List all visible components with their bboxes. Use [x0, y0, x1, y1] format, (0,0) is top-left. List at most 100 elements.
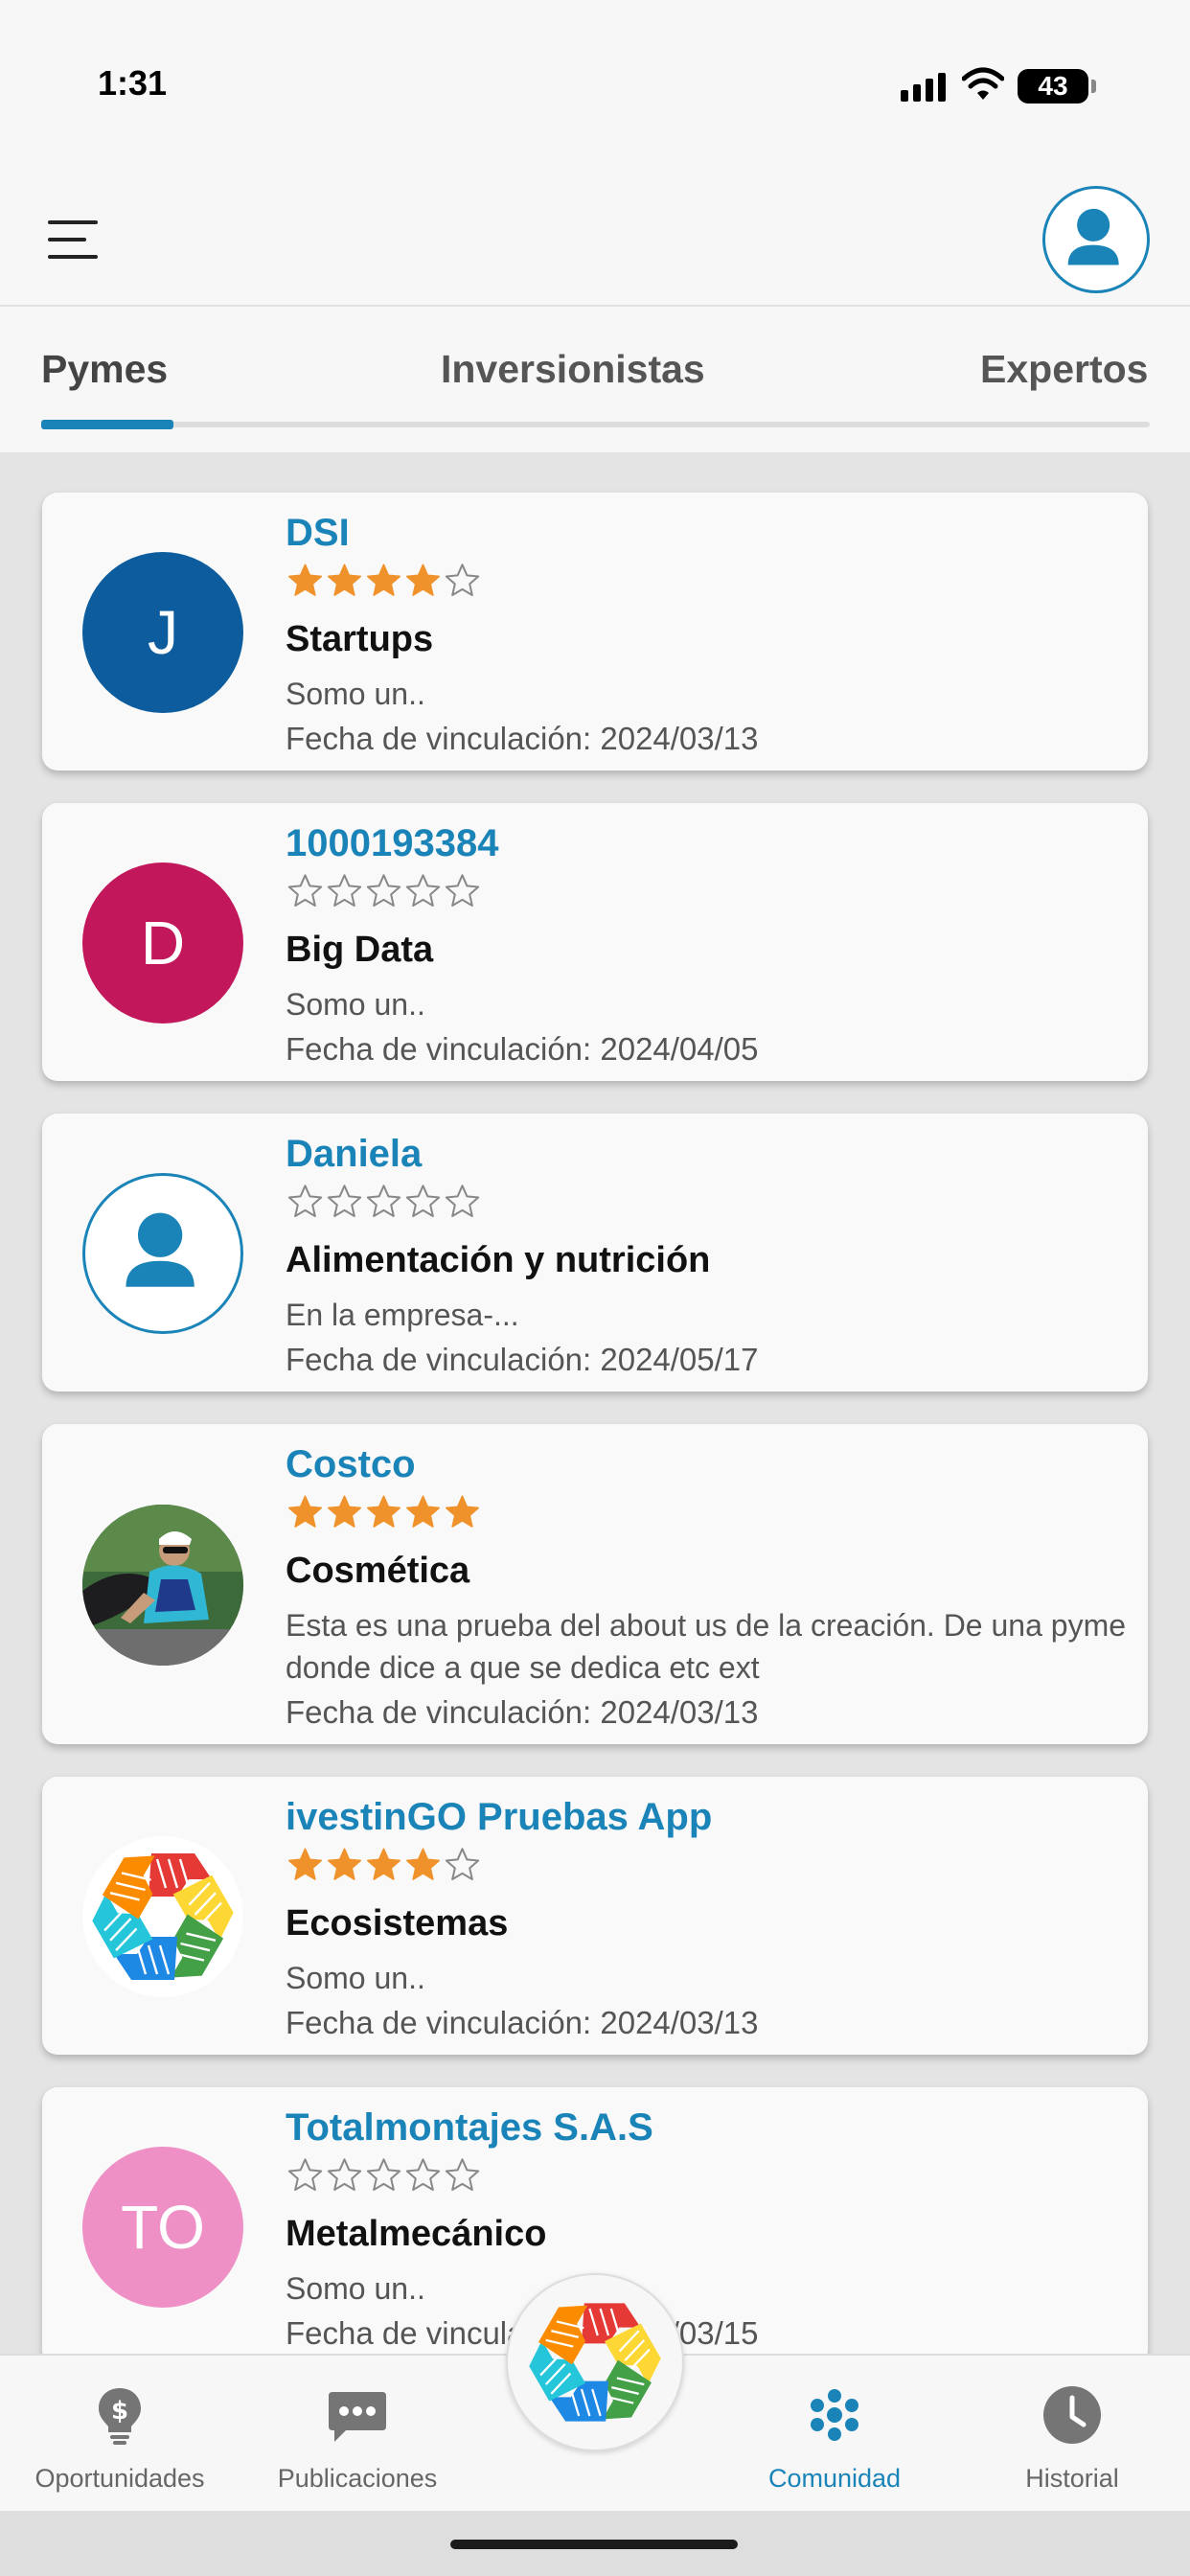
app-header: [0, 163, 1190, 307]
tab-track: [41, 422, 1150, 427]
pyme-description: En la empresa-...: [286, 1298, 519, 1332]
pyme-name: DSI: [286, 512, 350, 554]
investingo-logo-icon: [92, 1853, 234, 1980]
pyme-card[interactable]: D 1000193384 Big Data Somo un.. Fecha de…: [42, 803, 1148, 1081]
user-icon: [126, 1212, 195, 1287]
link-date: Fecha de vinculación: 2024/03/13: [286, 1694, 759, 1730]
rating-stars: [286, 1846, 482, 1884]
pyme-card[interactable]: ivestinGO Pruebas App Ecosistemas Somo u…: [42, 1777, 1148, 2055]
avatar: [82, 1836, 243, 1997]
avatar: [82, 1173, 243, 1334]
star-empty-icon: [287, 1184, 323, 1217]
star-empty-icon: [405, 2158, 441, 2191]
star-filled-icon: [406, 1495, 440, 1528]
pyme-category: Alimentación y nutrición: [286, 1240, 711, 1280]
pyme-name: Costco: [286, 1443, 416, 1485]
pyme-description: Esta es una prueba del about us de la cr…: [286, 1608, 1127, 1685]
pyme-category: Metalmecánico: [286, 2214, 547, 2254]
cellular-signal-icon: [901, 73, 946, 102]
star-filled-icon: [288, 1848, 322, 1880]
star-empty-icon: [445, 1184, 480, 1217]
home-indicator: [450, 2540, 738, 2549]
pyme-name: Daniela: [286, 1133, 423, 1175]
pyme-description: Somo un..: [286, 677, 425, 711]
status-bar: 1:31 43: [0, 0, 1190, 163]
tab-pymes[interactable]: Pymes: [41, 347, 168, 392]
pyme-name: 1000193384: [286, 822, 499, 864]
pyme-description: Somo un..: [286, 1961, 425, 1995]
hamburger-icon[interactable]: [48, 220, 98, 259]
star-empty-icon: [445, 874, 480, 907]
clock-icon: [1043, 2386, 1101, 2444]
tab-indicator: [41, 420, 173, 429]
tab-inversionistas[interactable]: Inversionistas: [441, 347, 705, 392]
wifi-icon: [962, 67, 1004, 100]
tab-expertos[interactable]: Expertos: [980, 347, 1148, 392]
star-filled-icon: [367, 1495, 400, 1528]
star-empty-icon: [366, 2158, 401, 2191]
nav-comunidad[interactable]: Comunidad: [744, 2384, 926, 2494]
pyme-card[interactable]: Daniela Alimentación y nutrición En la e…: [42, 1114, 1148, 1392]
link-date: Fecha de vinculación: 2024/03/13: [286, 2005, 759, 2040]
link-date: Fecha de vinculación: 2024/03/13: [286, 721, 759, 756]
center-home-button[interactable]: [506, 2273, 684, 2451]
star-filled-icon: [367, 1848, 400, 1880]
star-empty-icon: [445, 564, 480, 596]
nav-oportunidades[interactable]: $ Oportunidades: [29, 2384, 211, 2494]
star-empty-icon: [405, 1184, 441, 1217]
star-filled-icon: [446, 1495, 479, 1528]
user-icon: [1067, 208, 1119, 265]
community-icon: [811, 2389, 858, 2441]
avatar: TO: [82, 2147, 243, 2308]
star-empty-icon: [327, 2158, 362, 2191]
category-tabs: Pymes Inversionistas Expertos: [0, 309, 1190, 452]
star-empty-icon: [287, 2158, 323, 2191]
star-filled-icon: [367, 564, 400, 596]
svg-text:$: $: [111, 2397, 128, 2426]
rating-stars: [286, 562, 482, 600]
pyme-category: Startups: [286, 619, 434, 659]
star-filled-icon: [406, 1848, 440, 1880]
avatar: J: [82, 552, 243, 713]
rating-stars: [286, 1493, 482, 1531]
status-time: 1:31: [98, 63, 168, 103]
nav-label: Oportunidades: [34, 2464, 205, 2493]
nav-publicaciones[interactable]: Publicaciones: [266, 2384, 448, 2494]
chat-bubble-icon: [329, 2392, 386, 2442]
avatar: D: [82, 862, 243, 1024]
lightbulb-dollar-icon: $: [99, 2388, 141, 2445]
avatar-initial: D: [140, 908, 186, 978]
nav-label: Historial: [1025, 2464, 1119, 2493]
rating-stars: [286, 1183, 482, 1221]
star-empty-icon: [366, 1184, 401, 1217]
pyme-card[interactable]: Costco Cosmética Esta es una prueba del …: [42, 1424, 1148, 1744]
pyme-category: Ecosistemas: [286, 1903, 509, 1944]
star-empty-icon: [327, 1184, 362, 1217]
rating-stars: [286, 2156, 482, 2195]
pyme-description: Somo un..: [286, 2271, 425, 2306]
profile-button[interactable]: [1042, 186, 1150, 293]
pyme-category: Big Data: [286, 930, 434, 970]
pyme-name: Totalmontajes S.A.S: [286, 2106, 653, 2149]
star-empty-icon: [445, 2158, 480, 2191]
star-filled-icon: [328, 1495, 361, 1528]
avatar: [82, 1505, 243, 1666]
avatar-initial: TO: [121, 2193, 205, 2262]
battery-indicator: 43: [1018, 69, 1096, 104]
star-empty-icon: [366, 874, 401, 907]
pyme-card[interactable]: J DSI Startups Somo un.. Fecha de vincul…: [42, 493, 1148, 770]
nav-label: Comunidad: [767, 2464, 902, 2493]
pymes-list[interactable]: J DSI Startups Somo un.. Fecha de vincul…: [0, 452, 1190, 2398]
cyclist-photo: [82, 1505, 243, 1666]
star-empty-icon: [445, 1848, 480, 1880]
star-filled-icon: [328, 564, 361, 596]
star-filled-icon: [288, 564, 322, 596]
pyme-category: Cosmética: [286, 1551, 470, 1591]
star-filled-icon: [288, 1495, 322, 1528]
nav-historial[interactable]: Historial: [981, 2384, 1163, 2494]
nav-label: Publicaciones: [277, 2464, 438, 2493]
pyme-description: Somo un..: [286, 987, 425, 1022]
avatar-initial: J: [148, 598, 178, 667]
investingo-logo-icon: [529, 2303, 661, 2422]
star-empty-icon: [405, 874, 441, 907]
